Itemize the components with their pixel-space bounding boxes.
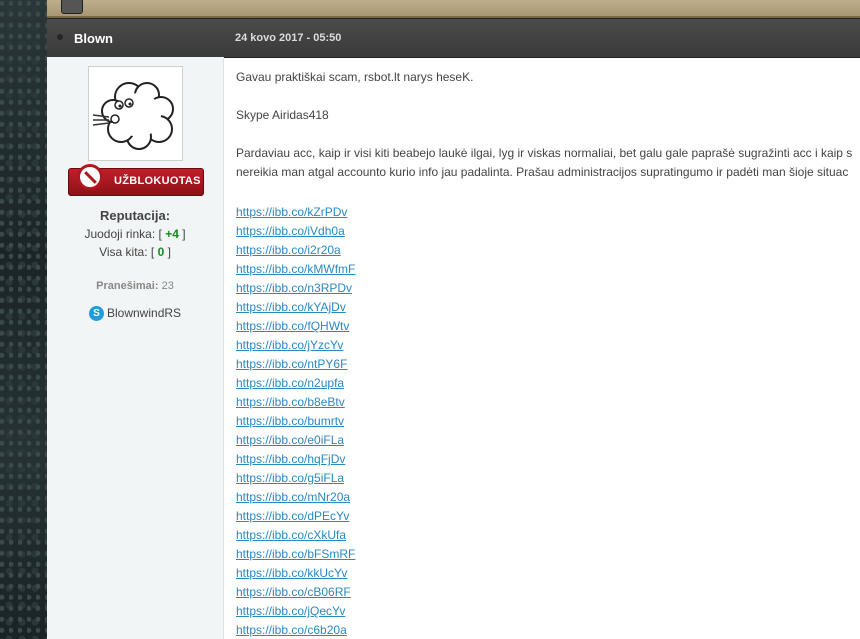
image-link[interactable]: https://ibb.co/hqFjDv (236, 450, 355, 469)
page-background (0, 0, 47, 639)
ban-icon (77, 164, 103, 190)
rep-other-value: 0 (157, 245, 165, 259)
image-link[interactable]: https://ibb.co/n3RPDv (236, 279, 355, 298)
rep-black-market: Juodoji rinka: [ +4 ] (84, 227, 186, 241)
rep-black-market-label: Juodoji rinka: (84, 227, 156, 241)
image-link[interactable]: https://ibb.co/c6b20a (236, 621, 355, 639)
top-bar (47, 0, 860, 18)
skype-icon: S (89, 306, 104, 322)
image-link[interactable]: https://ibb.co/dPEcYv (236, 507, 355, 526)
post-header: Blown 24 kovo 2017 - 05:50 (47, 18, 860, 58)
image-link[interactable]: https://ibb.co/cB06RF (236, 583, 355, 602)
image-link[interactable]: https://ibb.co/mNr20a (236, 488, 355, 507)
banned-label: UŽBLOKUOTAS (114, 175, 201, 187)
image-link[interactable]: https://ibb.co/kMWfmF (236, 260, 355, 279)
skype-name: BlownwindRS (107, 306, 182, 320)
rep-other: Visa kita: [ 0 ] (99, 245, 171, 259)
image-link[interactable]: https://ibb.co/n2upfa (236, 374, 355, 393)
image-link[interactable]: https://ibb.co/jQecYv (236, 602, 355, 621)
image-link[interactable]: https://ibb.co/g5iFLa (236, 469, 355, 488)
posts-count: Pranešimai: 23 (47, 280, 223, 292)
post-text-line: Skype Airidas418 (236, 108, 329, 122)
image-link[interactable]: https://ibb.co/jYzcYv (236, 336, 355, 355)
author-sidebar: UŽBLOKUOTAS Reputacija: Juodoji rinka: [… (47, 57, 224, 639)
image-link[interactable]: https://ibb.co/bFSmRF (236, 545, 355, 564)
online-status-icon (57, 34, 63, 40)
posts-label: Pranešimai: (96, 280, 159, 292)
banned-badge: UŽBLOKUOTAS (68, 164, 204, 196)
image-link[interactable]: https://ibb.co/kkUcYv (236, 564, 355, 583)
post-author[interactable]: Blown (74, 31, 113, 46)
rep-black-market-value: +4 (165, 227, 179, 241)
image-link[interactable]: https://ibb.co/iVdh0a (236, 222, 355, 241)
avatar[interactable] (88, 66, 183, 161)
image-link[interactable]: https://ibb.co/i2r20a (236, 241, 355, 260)
image-link[interactable]: https://ibb.co/bumrtv (236, 412, 355, 431)
post-content: Gavau praktiškai scam, rsbot.lt narys he… (236, 70, 860, 639)
post-date: 24 kovo 2017 - 05:50 (235, 32, 342, 44)
image-link[interactable]: https://ibb.co/kYAjDv (236, 298, 355, 317)
image-link[interactable]: https://ibb.co/fQHWtv (236, 317, 355, 336)
image-link[interactable]: https://ibb.co/b8eBtv (236, 393, 355, 412)
forum-post: Blown 24 kovo 2017 - 05:50 UŽBLOKUOTAS R… (47, 18, 860, 639)
image-links-list: https://ibb.co/kZrPDv https://ibb.co/iVdh… (236, 203, 355, 639)
rep-other-label: Visa kita: (99, 245, 148, 259)
post-text-line: Pardaviau acc, kaip ir visi kiti beabejo… (236, 146, 853, 160)
posts-value: 23 (161, 280, 174, 292)
reputation-title: Reputacija: (99, 208, 171, 223)
image-link[interactable]: https://ibb.co/cXkUfa (236, 526, 355, 545)
image-link[interactable]: https://ibb.co/kZrPDv (236, 203, 355, 222)
image-link[interactable]: https://ibb.co/ntPY6F (236, 355, 355, 374)
image-link[interactable]: https://ibb.co/e0iFLa (236, 431, 355, 450)
wind-cloud-avatar-icon (92, 82, 174, 150)
post-text-line: nereikia man atgal accounto kurio info j… (236, 165, 849, 179)
top-bar-button[interactable] (61, 0, 83, 14)
post-text-line: Gavau praktiškai scam, rsbot.lt narys he… (236, 70, 474, 84)
skype-contact[interactable]: S BlownwindRS (89, 306, 182, 322)
